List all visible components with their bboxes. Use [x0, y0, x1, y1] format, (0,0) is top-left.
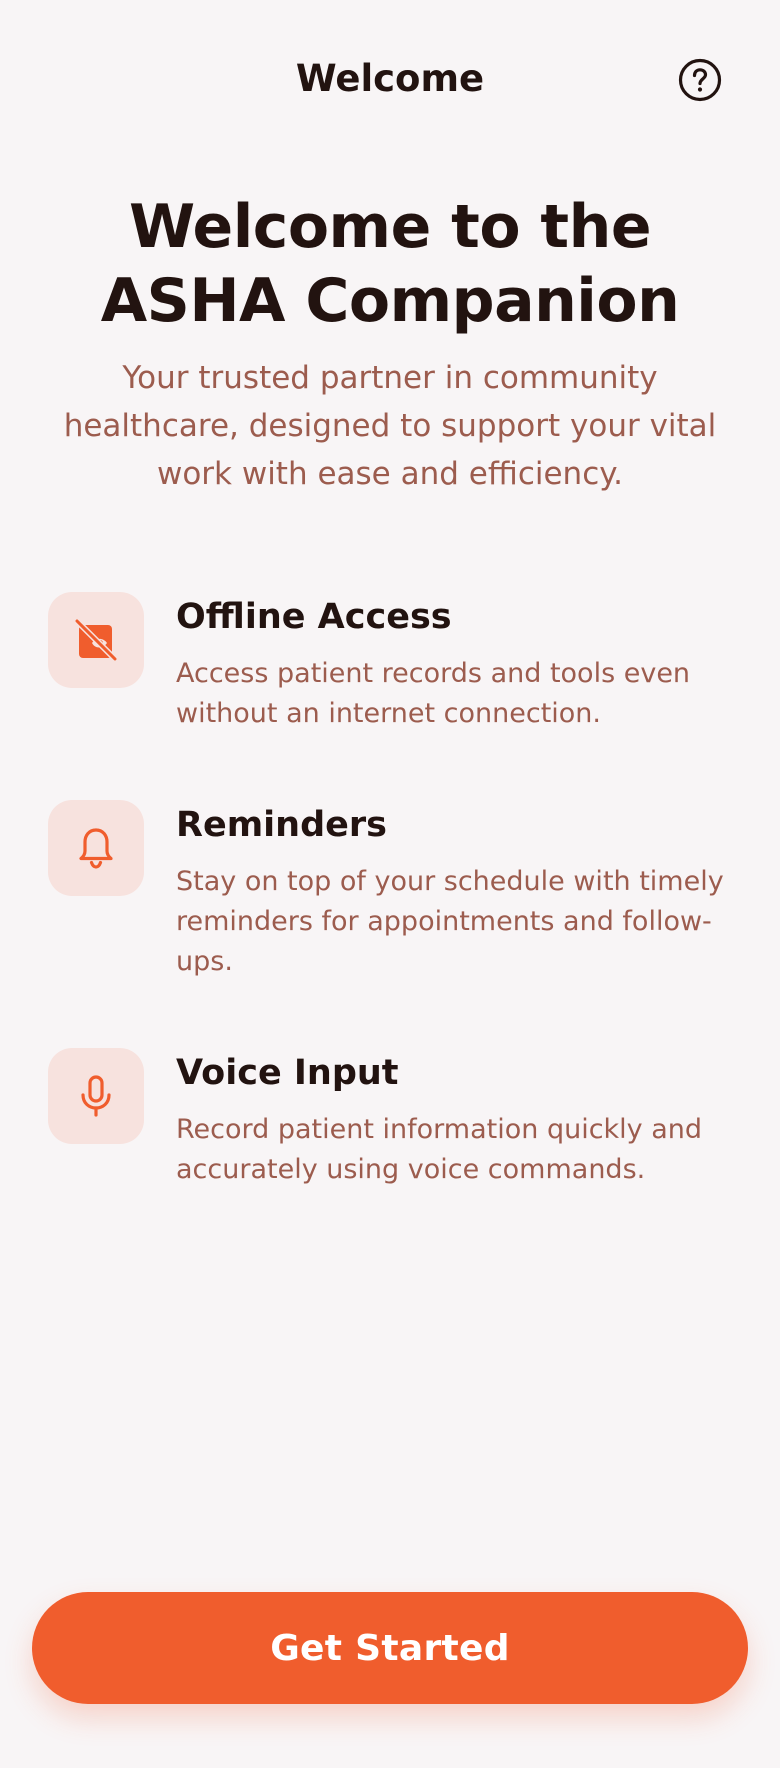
feature-title: Voice Input — [176, 1053, 399, 1093]
microphone-icon — [81, 1075, 111, 1117]
feature-title: Reminders — [176, 805, 387, 845]
bell-icon — [79, 828, 113, 869]
hero-subtitle: Your trusted partner in community health… — [63, 360, 717, 492]
offline-icon — [74, 618, 118, 662]
top-bar: Welcome — [0, 0, 780, 160]
get-started-label: Get Started — [270, 1627, 510, 1669]
feature-description: Access patient records and tools even wi… — [176, 658, 691, 729]
feature-title: Offline Access — [176, 597, 452, 637]
feature-description: Record patient information quickly and a… — [176, 1114, 703, 1185]
feature-icon-tile — [48, 800, 144, 896]
help-circle-icon — [678, 58, 722, 102]
feature-description: Stay on top of your schedule with timely… — [176, 866, 724, 977]
feature-icon-tile — [48, 1048, 144, 1144]
feature-icon-tile — [48, 592, 144, 688]
get-started-button[interactable]: Get Started — [32, 1592, 748, 1704]
header-title: Welcome — [295, 57, 485, 100]
help-button[interactable] — [676, 56, 724, 104]
hero-title: Welcome to the ASHA Companion — [100, 192, 680, 336]
